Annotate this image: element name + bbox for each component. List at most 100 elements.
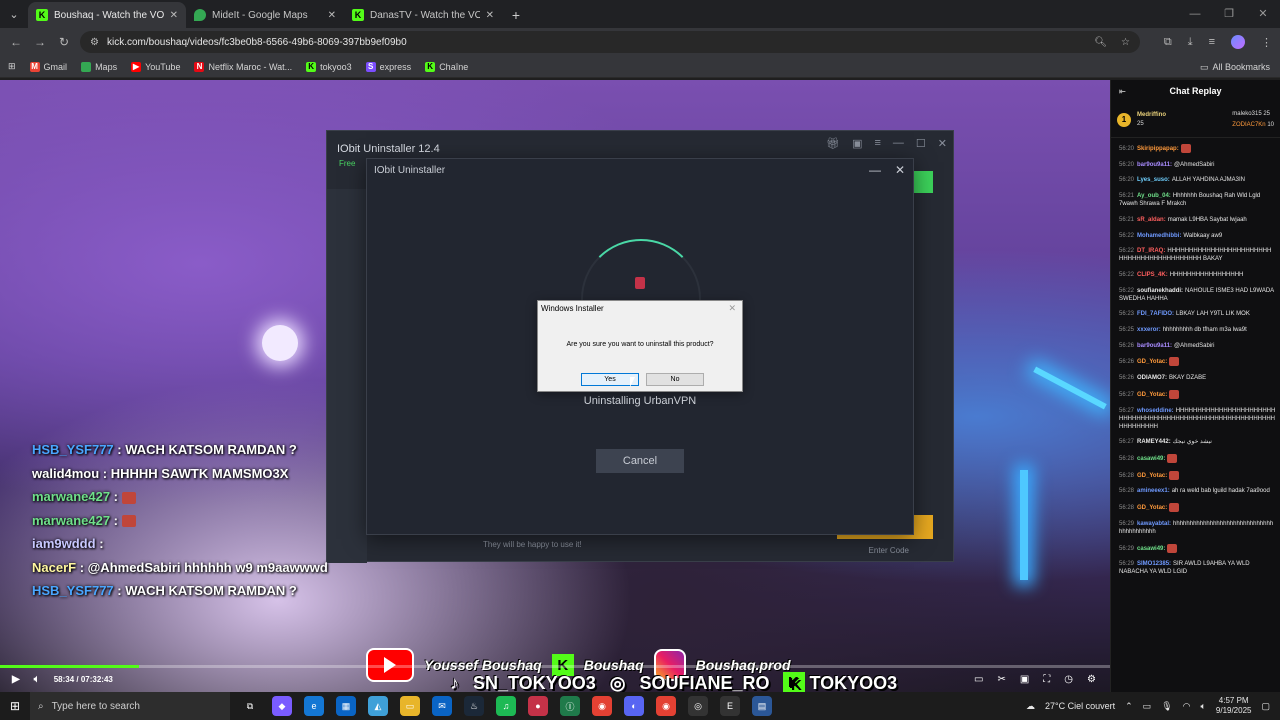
tab-danastv[interactable]: K DanasTV - Watch the VOD on Kick ✕ [344, 2, 502, 28]
chat-username: casawi49: [1137, 545, 1166, 552]
bookmark-express[interactable]: Sexpress [365, 61, 411, 72]
tray-chevron-icon[interactable]: ⌃ [1125, 701, 1133, 712]
task-view-icon[interactable]: ⧉ [240, 696, 260, 716]
profile-avatar[interactable] [1231, 35, 1245, 49]
chat-timestamp: 56:23 [1119, 311, 1135, 318]
chat-username: GD_Yotac: [1137, 391, 1168, 398]
chat-message: 56:22 soufianekhaddi: NAHOULE ISME3 HAD L9… [1119, 287, 1276, 303]
bookmark-netflix[interactable]: N Netflix Maroc - Wat... [194, 61, 292, 72]
bookmark-tokyoo3[interactable]: Ktokyoo3 [306, 61, 352, 72]
app-icon[interactable]: ◭ [368, 696, 388, 716]
no-button[interactable]: No [646, 373, 704, 386]
copilot-icon[interactable]: ◆ [272, 696, 292, 716]
edge-icon[interactable]: e [304, 696, 324, 716]
iobit-green-button[interactable] [911, 171, 933, 193]
close-icon[interactable]: ✕ [728, 303, 736, 314]
speaker-icon[interactable]: 🔈︎ [1200, 701, 1205, 712]
restore-icon[interactable]: ❐ [1212, 0, 1246, 28]
collapse-chat-icon[interactable]: ⇤ [1119, 87, 1126, 96]
bookmark-star-icon[interactable]: ☆ [1121, 37, 1130, 48]
store-icon[interactable]: ▦ [336, 696, 356, 716]
steam-icon[interactable]: ♨ [464, 696, 484, 716]
chrome-icon[interactable]: ◉ [592, 696, 612, 716]
close-tab-icon[interactable]: ✕ [170, 10, 178, 21]
close-tab-icon[interactable]: ✕ [328, 10, 336, 21]
settings-icon[interactable]: ⚙ [1087, 674, 1096, 685]
taskbar-search[interactable]: ⌕ Type here to search [30, 692, 230, 720]
iobit-enter-code-link[interactable]: Enter Code [869, 546, 909, 555]
close-tab-icon[interactable]: ✕ [486, 10, 494, 21]
chat-username: Mohamedhibbi: [1137, 232, 1182, 239]
bookmarks-bar: ⊞ M Gmail Maps ▶ YouTube N Netflix Maroc - … [0, 56, 1280, 78]
close-window-icon[interactable]: ✕ [1246, 0, 1280, 28]
gift-icon[interactable]: 🎁︎ [826, 137, 840, 150]
address-bar[interactable]: ⚙ kick.com/boushaq/videos/fc3be0b8-6566-… [80, 31, 1140, 53]
chat-message-list[interactable]: 56:20 Skiripippapap: 56:20 bar9ou9a11: @Ahme… [1111, 138, 1280, 576]
tab-maps[interactable]: MideIt - Google Maps ✕ [186, 2, 344, 28]
close-icon[interactable]: ✕ [895, 163, 905, 177]
clip-icon[interactable]: ✂ [997, 674, 1005, 685]
media-icon[interactable]: ≡ [1209, 36, 1215, 48]
play-icon[interactable]: ▶ [12, 674, 20, 685]
app-icon[interactable]: Ⓘ [560, 696, 580, 716]
pip-icon[interactable]: ▣ [1020, 674, 1029, 685]
bookmark-maps[interactable]: Maps [81, 61, 117, 72]
reload-icon[interactable]: ↻ [52, 35, 76, 49]
discord-icon[interactable]: ◐ [624, 696, 644, 716]
chrome-icon[interactable]: ◉ [656, 696, 676, 716]
windows-start-icon[interactable]: ⊞ [0, 699, 30, 713]
kick-icon: K [352, 9, 364, 21]
sidebar-item[interactable] [327, 237, 367, 261]
maximize-icon[interactable]: ☐ [916, 137, 926, 150]
extensions-icon[interactable]: ⧉ [1164, 36, 1172, 49]
apps-icon[interactable]: ⊞ [8, 61, 16, 72]
bookmark-chaine[interactable]: K Chaîne [425, 61, 468, 72]
sidebar-item[interactable] [327, 213, 367, 237]
search-icon: ⌕ [38, 700, 44, 712]
app-icon[interactable]: ● [528, 696, 548, 716]
new-tab-button[interactable]: + [502, 2, 530, 28]
epic-games-icon[interactable]: E [720, 696, 740, 716]
tab-search-icon[interactable]: ⌄ [0, 0, 28, 28]
back-icon[interactable]: ← [4, 35, 28, 49]
file-explorer-icon[interactable]: ▭ [400, 696, 420, 716]
chat-message: 56:22 Mohamedhibbi: Walbkaay aw9 [1119, 232, 1276, 240]
installer-icon[interactable]: ▤ [752, 696, 772, 716]
minimize-icon[interactable]: — [869, 163, 881, 177]
download-icon[interactable]: ⤓ [1188, 36, 1193, 49]
spotify-icon[interactable]: ♫ [496, 696, 516, 716]
outlook-icon[interactable]: ✉ [432, 696, 452, 716]
tab-boushaq[interactable]: K Boushaq - Watch the VOD on Kick ✕ [28, 2, 186, 28]
bookmark-youtube[interactable]: ▶ YouTube [131, 61, 180, 72]
menu-icon[interactable]: ≡ [874, 137, 880, 150]
maps-icon [81, 61, 92, 72]
toolbox-icon[interactable]: ▣ [852, 137, 862, 150]
microphone-icon[interactable]: 🎙︎ [1161, 701, 1172, 712]
network-icon[interactable]: ▭ [1143, 701, 1152, 712]
close-icon[interactable]: ✕ [938, 137, 947, 150]
all-bookmarks[interactable]: ▭ All Bookmarks [1200, 56, 1270, 78]
progress-bar[interactable] [0, 665, 1110, 668]
app-icon[interactable]: ◎ [688, 696, 708, 716]
minimize-icon[interactable]: — [1178, 0, 1212, 28]
notifications-icon[interactable]: ▢ [1261, 701, 1270, 712]
bookmark-gmail[interactable]: M Gmail [29, 61, 67, 72]
youtube-icon: ▶ [131, 61, 142, 72]
sidebar-item[interactable] [327, 189, 367, 213]
chat-message: 56:26 GD_Yotac: [1119, 357, 1276, 367]
wifi-icon[interactable]: ◠ [1183, 701, 1191, 712]
forward-icon[interactable]: → [28, 35, 52, 49]
chat-text: BKAY DZABE [1169, 375, 1207, 382]
site-info-icon[interactable]: ⚙ [90, 37, 99, 48]
zoom-icon[interactable]: 🔍︎ [1094, 37, 1107, 48]
cancel-button[interactable]: Cancel [596, 449, 684, 473]
chat-message: 56:28 GD_Yotac: [1119, 503, 1276, 513]
menu-icon[interactable]: ⋮ [1261, 36, 1272, 49]
theater-icon[interactable]: ▭ [974, 674, 983, 685]
clock[interactable]: 4:57 PM 9/19/2025 [1216, 696, 1252, 716]
fullscreen-icon[interactable]: ⛶ [1043, 674, 1050, 685]
minimize-icon[interactable]: — [893, 137, 904, 150]
speed-icon[interactable]: ◷ [1064, 674, 1073, 685]
volume-icon[interactable]: 🔈︎ [34, 674, 40, 685]
sidebar-item[interactable] [327, 261, 367, 285]
